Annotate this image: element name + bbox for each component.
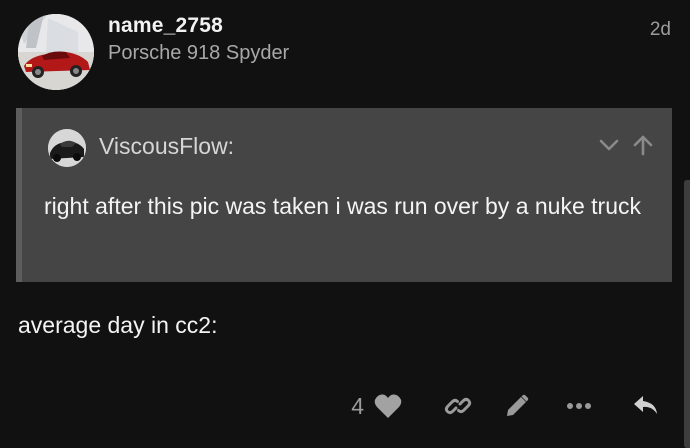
user-title: Porsche 918 Spyder xyxy=(108,42,290,64)
quote-block: ViscousFlow: right after this pic was ta… xyxy=(16,108,672,282)
username[interactable]: name_2758 xyxy=(108,14,223,38)
link-icon xyxy=(444,397,472,415)
quote-text: right after this pic was taken i was run… xyxy=(44,193,641,219)
like-button[interactable] xyxy=(374,393,402,419)
user-avatar[interactable] xyxy=(18,14,94,90)
quote-author[interactable]: ViscousFlow: xyxy=(99,133,234,160)
edit-button[interactable] xyxy=(504,393,530,419)
arrow-up-icon[interactable] xyxy=(632,134,654,156)
post: name_2758 Porsche 918 Spyder 2d ViscousF… xyxy=(0,0,690,448)
like-count[interactable]: 4 xyxy=(351,393,364,420)
reply-icon xyxy=(634,396,657,414)
post-date[interactable]: 2d xyxy=(650,19,671,41)
heart-icon xyxy=(374,394,402,418)
scrollbar[interactable] xyxy=(684,180,690,448)
quote-controls xyxy=(598,134,654,156)
reply-button[interactable] xyxy=(632,393,660,419)
share-link-button[interactable] xyxy=(444,393,472,419)
post-body: average day in cc2: xyxy=(18,312,218,338)
more-options-button[interactable] xyxy=(566,402,592,410)
ellipsis-icon xyxy=(567,403,591,409)
post-actions: 4 xyxy=(351,388,660,424)
quote-author-avatar[interactable] xyxy=(48,129,86,167)
pencil-icon xyxy=(507,394,529,416)
chevron-down-icon[interactable] xyxy=(598,134,620,156)
